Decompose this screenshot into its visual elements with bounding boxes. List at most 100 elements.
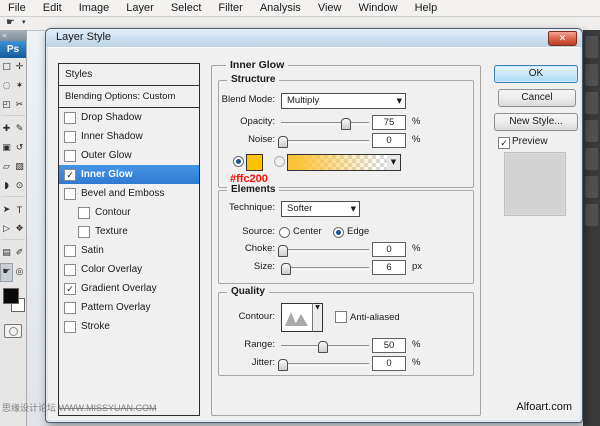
preview-checkbox[interactable]: ✓ xyxy=(498,137,510,149)
gradient-tool[interactable]: ▨ xyxy=(13,158,26,177)
style-item-gradient-overlay[interactable]: ✓ Gradient Overlay xyxy=(59,279,199,298)
new-style-button[interactable]: New Style... xyxy=(494,113,578,131)
contour-picker[interactable] xyxy=(281,303,313,332)
gradient-dropdown-arrow[interactable]: ▼ xyxy=(387,154,401,171)
choke-slider[interactable] xyxy=(277,245,369,257)
brush-tool[interactable]: ✎ xyxy=(13,120,26,139)
jitter-slider[interactable] xyxy=(277,359,369,371)
crop-tool[interactable]: ◰ xyxy=(0,96,13,115)
style-item-stroke[interactable]: Stroke xyxy=(59,317,199,336)
menu-select[interactable]: Select xyxy=(171,2,202,14)
style-item-pattern-overlay[interactable]: Pattern Overlay xyxy=(59,298,199,317)
menu-help[interactable]: Help xyxy=(415,2,438,14)
menu-edit[interactable]: Edit xyxy=(43,2,62,14)
noise-input[interactable]: 0 xyxy=(372,133,406,148)
menu-view[interactable]: View xyxy=(318,2,342,14)
checkbox-icon[interactable] xyxy=(64,149,76,162)
size-slider-thumb[interactable] xyxy=(281,263,292,275)
magic-wand-tool[interactable]: ✶ xyxy=(13,77,26,96)
checkbox-checked-icon[interactable]: ✓ xyxy=(64,282,76,295)
style-item-color-overlay[interactable]: Color Overlay xyxy=(59,260,199,279)
opacity-input[interactable]: 75 xyxy=(372,115,406,130)
checkbox-checked-icon[interactable]: ✓ xyxy=(64,168,76,181)
clone-stamp-tool[interactable]: ▣ xyxy=(0,139,13,158)
checkbox-icon[interactable] xyxy=(64,111,76,124)
notes-tool[interactable]: ▤ xyxy=(0,244,13,263)
direct-selection-tool[interactable]: ▷ xyxy=(0,220,13,239)
noise-slider-thumb[interactable] xyxy=(277,136,288,148)
rectangular-marquee-tool[interactable]: □ xyxy=(0,58,13,77)
move-tool[interactable]: ✛ xyxy=(13,58,26,77)
blur-tool[interactable]: ◗ xyxy=(0,177,13,196)
cancel-button[interactable]: Cancel xyxy=(498,89,576,107)
path-selection-tool[interactable]: ➤ xyxy=(0,201,13,220)
checkbox-icon[interactable] xyxy=(64,320,76,333)
checkbox-icon[interactable] xyxy=(64,263,76,276)
blending-options-item[interactable]: Blending Options: Custom xyxy=(59,86,199,108)
size-input[interactable]: 6 xyxy=(372,260,406,275)
style-item-bevel-and-emboss[interactable]: Bevel and Emboss xyxy=(59,184,199,203)
zoom-tool[interactable]: ◎ xyxy=(13,263,26,282)
checkbox-icon[interactable] xyxy=(64,244,76,257)
close-button[interactable]: ✕ xyxy=(548,31,577,46)
hand-tool-icon[interactable]: ☛ xyxy=(6,17,15,28)
checkbox-icon[interactable] xyxy=(78,206,90,219)
slice-tool[interactable]: ✂ xyxy=(13,96,26,115)
checkbox-icon[interactable] xyxy=(64,301,76,314)
menu-filter[interactable]: Filter xyxy=(218,2,242,14)
hand-tool[interactable]: ☛ xyxy=(0,263,13,282)
size-slider[interactable] xyxy=(281,263,369,275)
healing-brush-tool[interactable]: ✚ xyxy=(0,120,13,139)
glow-color-swatch[interactable] xyxy=(246,154,263,171)
jitter-input[interactable]: 0 xyxy=(372,356,406,371)
dialog-title-bar[interactable]: Layer Style ✕ xyxy=(46,29,582,47)
menu-window[interactable]: Window xyxy=(358,2,397,14)
style-item-inner-shadow[interactable]: Inner Shadow xyxy=(59,127,199,146)
range-input[interactable]: 50 xyxy=(372,338,406,353)
style-item-satin[interactable]: Satin xyxy=(59,241,199,260)
lasso-tool[interactable]: ◌ xyxy=(0,77,13,96)
style-item-outer-glow[interactable]: Outer Glow xyxy=(59,146,199,165)
menu-image[interactable]: Image xyxy=(79,2,110,14)
tool-preset-arrow-icon[interactable]: ▾ xyxy=(22,18,26,26)
checkbox-icon[interactable] xyxy=(64,130,76,143)
jitter-slider-thumb[interactable] xyxy=(277,359,288,371)
contour-dropdown-arrow[interactable]: ▼ xyxy=(312,303,323,332)
choke-input[interactable]: 0 xyxy=(372,242,406,257)
menu-analysis[interactable]: Analysis xyxy=(260,2,301,14)
antialiased-checkbox[interactable] xyxy=(335,311,347,323)
opacity-slider[interactable] xyxy=(281,118,369,130)
quick-mask-icon[interactable] xyxy=(4,324,22,338)
opacity-slider-thumb[interactable] xyxy=(341,118,352,130)
dodge-tool[interactable]: ⊙ xyxy=(13,177,26,196)
blend-mode-dropdown[interactable]: Multiply ▼ xyxy=(281,93,406,109)
source-edge-radio[interactable] xyxy=(333,227,344,238)
style-item-drop-shadow[interactable]: Drop Shadow xyxy=(59,108,199,127)
style-item-label: Texture xyxy=(95,226,128,237)
source-center-radio[interactable] xyxy=(279,227,290,238)
color-radio[interactable] xyxy=(233,156,244,167)
ok-button[interactable]: OK xyxy=(494,65,578,83)
eraser-tool[interactable]: ▱ xyxy=(0,158,13,177)
choke-slider-thumb[interactable] xyxy=(277,245,288,257)
range-slider-thumb[interactable] xyxy=(318,341,329,353)
technique-dropdown[interactable]: Softer ▼ xyxy=(281,201,360,217)
eyedropper-tool[interactable]: ✐ xyxy=(13,244,26,263)
style-item-label: Inner Glow xyxy=(81,169,133,180)
range-slider[interactable] xyxy=(281,341,369,353)
gradient-picker[interactable] xyxy=(287,154,389,171)
gradient-radio[interactable] xyxy=(274,156,285,167)
foreground-color-swatch[interactable] xyxy=(3,288,19,304)
history-brush-tool[interactable]: ↺ xyxy=(13,139,26,158)
custom-shape-tool[interactable]: ❖ xyxy=(13,220,26,239)
style-item-texture[interactable]: Texture xyxy=(59,222,199,241)
toolbar-collapse-bar[interactable]: « xyxy=(0,30,26,41)
menu-layer[interactable]: Layer xyxy=(126,2,154,14)
noise-slider[interactable] xyxy=(277,136,369,148)
style-item-contour[interactable]: Contour xyxy=(59,203,199,222)
menu-file[interactable]: File xyxy=(8,2,26,14)
checkbox-icon[interactable] xyxy=(64,187,76,200)
checkbox-icon[interactable] xyxy=(78,225,90,238)
type-tool[interactable]: T xyxy=(13,201,26,220)
style-item-inner-glow[interactable]: ✓ Inner Glow xyxy=(59,165,199,184)
